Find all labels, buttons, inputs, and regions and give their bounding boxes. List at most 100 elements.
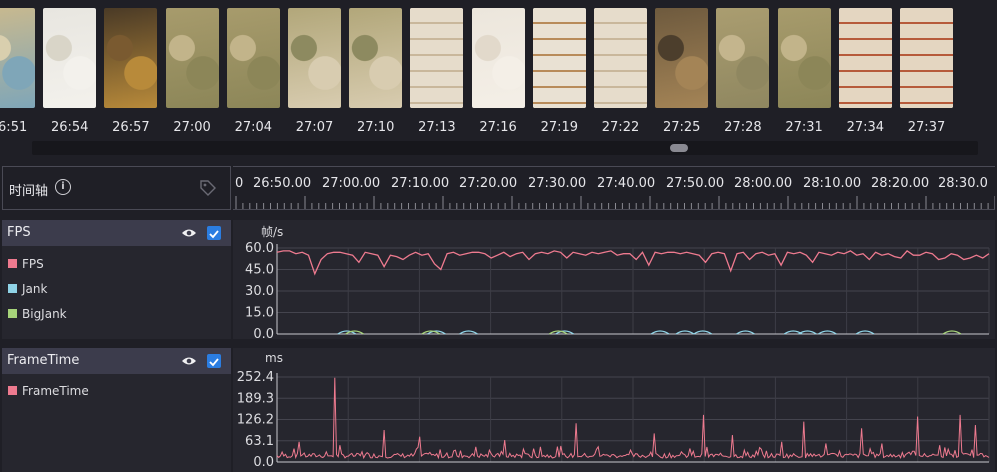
- screenshot-thumbnail[interactable]: [226, 8, 280, 108]
- thumbnail-image: [0, 8, 35, 108]
- frametime-chart-panel[interactable]: ms 252.4 189.3 126.2 63.1 0.0: [233, 348, 995, 472]
- legend-item[interactable]: FrameTime: [8, 384, 89, 398]
- thumbnail-image: [43, 8, 97, 108]
- screenshot-thumbnail[interactable]: [777, 8, 831, 108]
- screenshot-thumbnail[interactable]: [410, 8, 464, 108]
- scrollbar-thumb[interactable]: [670, 144, 688, 152]
- frametime-chart[interactable]: 252.4 189.3 126.2 63.1 0.0: [233, 348, 995, 472]
- thumbnail-image: [777, 8, 831, 108]
- legend-swatch: [8, 284, 17, 293]
- thumbnail-image: [165, 8, 219, 108]
- thumbnail-time-label: 27:25: [662, 120, 701, 135]
- fps-chart[interactable]: 60.0 45.0 30.0 15.0 0.0: [233, 220, 995, 342]
- legend-item[interactable]: BigJank: [8, 307, 67, 321]
- thumbnail-time-label: 26:51: [0, 120, 28, 135]
- thumbnail-time-label: 26:54: [50, 120, 89, 135]
- fps-panel-header: FPS: [2, 220, 231, 246]
- check-icon: [209, 358, 219, 367]
- y-tick-label: 189.3: [237, 391, 274, 406]
- screenshot-thumbnail[interactable]: [594, 8, 647, 108]
- thumbnail-image: [594, 8, 647, 108]
- legend-label: BigJank: [22, 307, 67, 321]
- tag-icon[interactable]: [199, 179, 217, 197]
- fps-visibility-checkbox[interactable]: [207, 226, 221, 240]
- ruler-label: 28:30.0: [938, 176, 988, 191]
- y-tick-label: 15.0: [245, 306, 274, 321]
- legend-swatch: [8, 309, 17, 318]
- ruler-label: 28:20.00: [871, 176, 930, 191]
- fps-legend-panel: FPS FPS Jank BigJank: [2, 220, 231, 339]
- screenshot-thumbnail[interactable]: [349, 8, 403, 108]
- screenshot-thumbnail[interactable]: [471, 8, 525, 108]
- y-tick-label: 0.0: [253, 455, 274, 470]
- thumbnail-time-label: 27:10: [356, 120, 395, 135]
- legend-label: Jank: [22, 282, 48, 296]
- app-root: 26:51 26:54 26:57 27:00 27:04 27:07 27:10 27:13…: [0, 0, 997, 472]
- ruler-label: 27:30.00: [528, 176, 587, 191]
- fps-panel-title: FPS: [7, 225, 31, 240]
- legend-item[interactable]: Jank: [8, 282, 47, 296]
- frametime-panel-header: FrameTime: [2, 348, 231, 374]
- thumbnail-time-label: 27:00: [173, 120, 211, 135]
- screenshot-thumbnail[interactable]: [838, 8, 892, 108]
- thumbnail-image: [349, 8, 403, 108]
- thumbnail-time-label: 27:37: [907, 120, 946, 135]
- timeline-ruler[interactable]: 0 26:50.00 27:00.00 27:10.00 27:20.00 27:30.0…: [233, 166, 995, 210]
- thumbnail-time-label: 27:13: [418, 120, 456, 135]
- screenshot-thumbnail[interactable]: [165, 8, 219, 108]
- thumbnail-image: [838, 8, 892, 108]
- screenshot-thumbnail[interactable]: [532, 8, 586, 108]
- thumbnail-image: [410, 8, 464, 108]
- frametime-visibility-checkbox[interactable]: [207, 354, 221, 368]
- eye-icon[interactable]: [181, 228, 197, 238]
- thumbnail-time-label: 27:28: [724, 120, 762, 135]
- timeline-label: 时间轴: [9, 184, 49, 199]
- thumbnail-image: [532, 8, 586, 108]
- screenshot-thumbnail[interactable]: [655, 8, 709, 108]
- thumbnail-image: [471, 8, 525, 108]
- ruler-label: 28:10.00: [803, 176, 862, 191]
- legend-label: FPS: [22, 257, 44, 271]
- screenshot-thumbnail[interactable]: [900, 8, 953, 108]
- thumbnail-time-label: 27:16: [479, 120, 517, 135]
- thumbnail-strip[interactable]: 26:51 26:54 26:57 27:00 27:04 27:07 27:10 27:13…: [0, 0, 997, 160]
- frametime-unit-label: ms: [265, 351, 283, 365]
- screenshot-thumbnail[interactable]: [716, 8, 770, 108]
- ruler-label: 27:40.00: [597, 176, 656, 191]
- eye-icon[interactable]: [181, 356, 197, 366]
- thumbnail-image: [716, 8, 770, 108]
- legend-item[interactable]: FPS: [8, 257, 44, 271]
- thumbnail-time-label: 27:19: [540, 120, 579, 135]
- ruler-label: 27:00.00: [322, 176, 381, 191]
- thumbnail-image: [226, 8, 280, 108]
- screenshot-thumbnail[interactable]: [43, 8, 97, 108]
- ruler-label: 27:20.00: [459, 176, 518, 191]
- thumbnail-image: [655, 8, 709, 108]
- fps-unit-label: 帧/s: [261, 225, 284, 239]
- y-tick-label: 0.0: [253, 327, 274, 339]
- ruler-label: 27:50.00: [666, 176, 725, 191]
- legend-swatch: [8, 259, 17, 268]
- thumbnail-image: [104, 8, 158, 108]
- ruler-label: 26:50.00: [253, 176, 312, 191]
- screenshot-thumbnail[interactable]: [288, 8, 341, 108]
- horizontal-scrollbar[interactable]: [32, 141, 978, 155]
- fps-chart-panel[interactable]: 帧/s 60.0 45.0 30.0 15.0 0.0: [233, 220, 995, 342]
- y-tick-label: 126.2: [237, 413, 274, 428]
- ruler-label: 0: [235, 176, 244, 191]
- ruler-label: 27:10.00: [391, 176, 450, 191]
- info-icon[interactable]: i: [55, 179, 71, 195]
- thumbnail-time-label: 27:07: [295, 120, 334, 135]
- thumbnail-time-label: 27:04: [234, 120, 273, 135]
- screenshot-thumbnail[interactable]: [104, 8, 158, 108]
- thumbnail-time-label: 26:57: [112, 120, 150, 135]
- legend-swatch: [8, 386, 17, 395]
- check-icon: [209, 230, 219, 239]
- frametime-panel-title: FrameTime: [7, 353, 80, 368]
- legend-label: FrameTime: [22, 384, 89, 398]
- timeline-header: 时间轴 i: [2, 166, 231, 210]
- thumbnail-time-label: 27:31: [785, 120, 823, 135]
- y-tick-label: 30.0: [245, 284, 274, 299]
- screenshot-thumbnail[interactable]: [0, 8, 35, 108]
- thumbnail-image: [288, 8, 341, 108]
